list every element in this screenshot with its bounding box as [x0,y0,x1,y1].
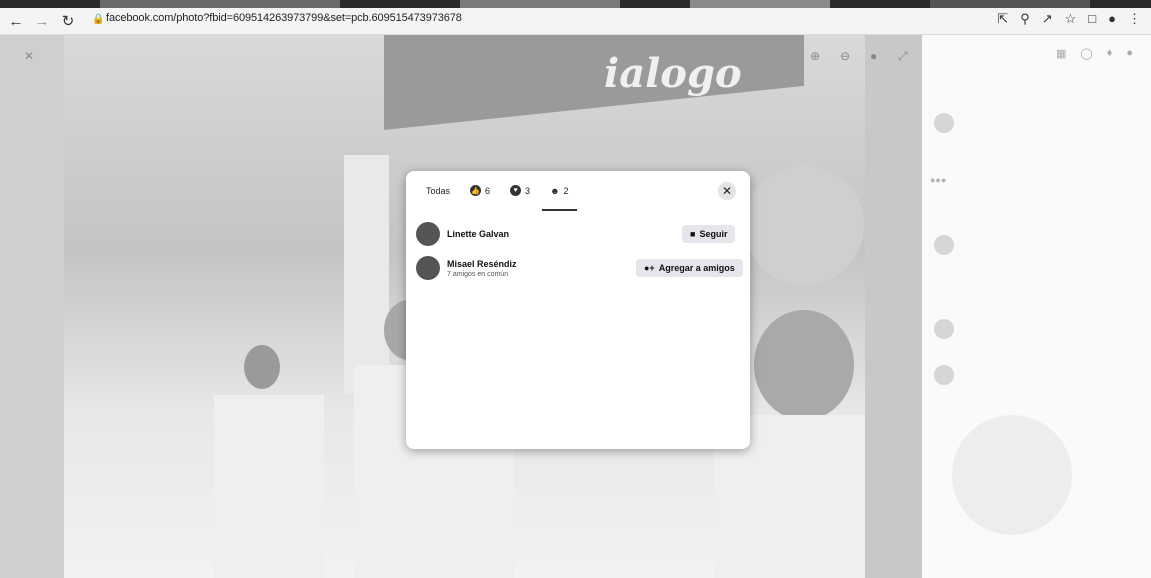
list-item[interactable]: Misael Reséndiz 7 amigos en común [416,256,517,280]
bookmark-star-icon[interactable]: ☆ [1065,11,1077,27]
photo-left-margin [0,35,64,578]
apps-icon[interactable]: ▦ [1056,47,1066,60]
tab-all[interactable]: Todas [426,186,450,202]
tag-icon[interactable]: ● [870,49,877,63]
photo-person-head [244,345,280,389]
add-friend-button[interactable]: ●+ Agregar a amigos [636,259,743,277]
tab-like-count: 6 [485,185,491,196]
share-icon[interactable]: ↗ [1042,11,1053,27]
tab-care[interactable]: ☻ 2 [542,185,576,211]
follow-button-label: Seguir [699,229,728,239]
zoom-icon[interactable]: ⚲ [1020,11,1030,27]
zoom-in-icon[interactable]: ⊕ [810,49,820,63]
sidebar-decoration [952,415,1072,535]
forward-icon[interactable]: → [32,11,52,31]
tab-all-label: Todas [426,185,451,196]
photo-banner-text: ialogo [604,50,742,97]
reaction-summary[interactable]: ●●● [930,175,946,185]
tab-love[interactable]: ♥ 3 [510,185,530,202]
tab-like[interactable]: 👍 6 [470,185,490,202]
care-icon: ☻ [550,185,560,196]
reaction-tabs: Todas 👍 6 ♥ 3 ☻ 2 [426,185,576,211]
photo-sidebar: ▦ ◯ ♦ ● ●●● [922,35,1151,578]
photo-pillar [344,155,389,395]
lock-icon[interactable]: 🔒 [92,14,104,25]
tab-love-count: 3 [525,185,531,196]
post-author-avatar[interactable] [934,113,954,133]
top-tab-strip [0,0,1151,8]
photo-person-head [754,310,854,420]
fullscreen-icon[interactable]: ⤢ [898,49,908,64]
follow-button[interactable]: ■ Seguir [682,225,736,243]
love-icon: ♥ [510,185,522,196]
close-icon[interactable]: ✕ [24,49,34,63]
back-icon[interactable]: ← [6,11,26,31]
tab-icon[interactable]: □ [1088,11,1096,27]
notifications-icon[interactable]: ♦ [1107,47,1113,60]
add-friend-icon: ●+ [644,263,655,273]
photo-globe [744,165,864,285]
person-name[interactable]: Misael Reséndiz [447,259,517,269]
mutual-friends: 7 amigos en común [447,270,509,278]
zoom-out-icon[interactable]: ⊖ [840,49,850,63]
close-icon[interactable]: ✕ [718,182,736,200]
add-friend-button-label: Agregar a amigos [658,263,735,273]
tab-care-count: 2 [563,185,569,196]
profile-icon[interactable]: ● [1108,11,1116,27]
reactions-dialog: Todas 👍 6 ♥ 3 ☻ 2 ✕ Linette Galvan ■ Seg… [406,171,750,449]
menu-icon[interactable]: ⋮ [1128,11,1141,27]
list-item[interactable]: Linette Galvan [416,222,509,246]
like-icon: 👍 [470,185,482,196]
photo-right-margin [865,35,922,578]
follow-icon: ■ [690,229,696,239]
avatar[interactable] [416,256,440,280]
commenter-avatar[interactable] [934,235,954,255]
avatar[interactable] [416,222,440,246]
photo-person-body [214,395,324,578]
account-icon[interactable]: ● [1126,47,1133,60]
browser-toolbar: ← → ↻ 🔒 facebook.com/photo?fbid=60951426… [0,8,1151,35]
address-bar-url[interactable]: facebook.com/photo?fbid=609514263973799&… [106,12,462,24]
person-name[interactable]: Linette Galvan [447,229,509,239]
open-in-app-icon[interactable]: ⇱ [997,11,1008,27]
current-user-avatar [934,365,954,385]
reload-icon[interactable]: ↻ [58,11,78,31]
commenter-avatar[interactable] [934,319,954,339]
messenger-icon[interactable]: ◯ [1080,47,1092,60]
